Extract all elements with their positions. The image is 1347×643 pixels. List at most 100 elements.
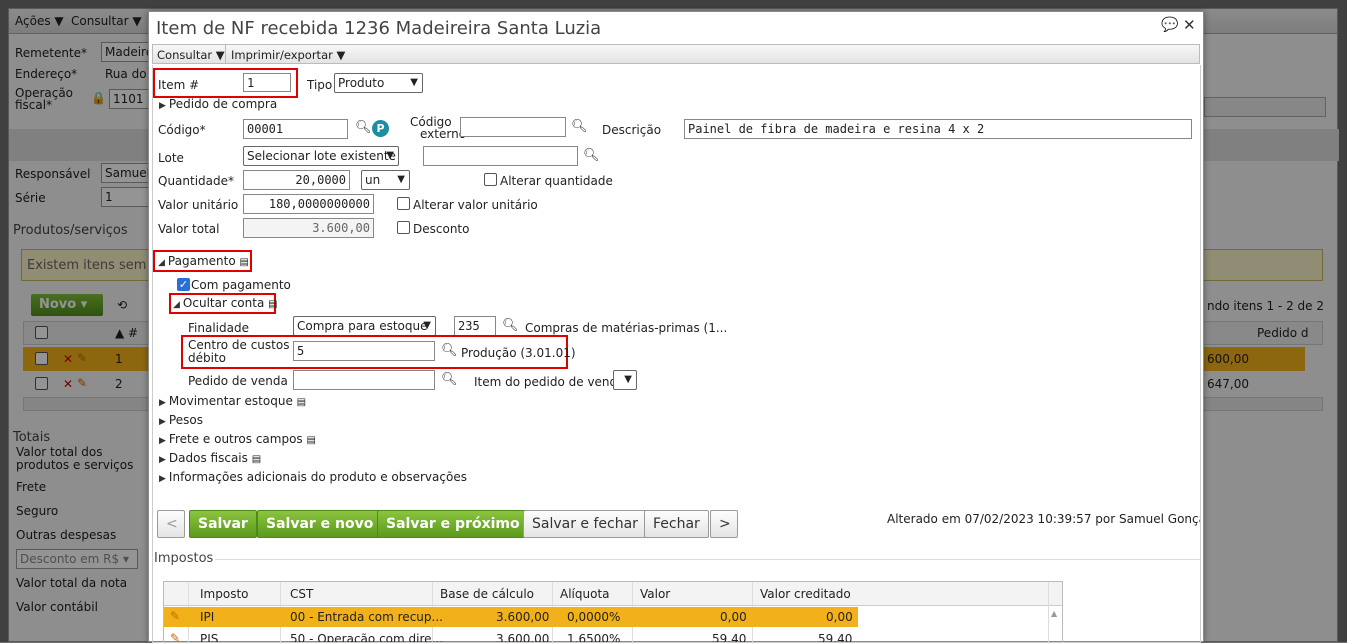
chevron-down-icon: ▼ [423,320,431,331]
finalidade-code-input[interactable]: 235 [454,316,496,336]
search-icon[interactable]: 🔍︎ [355,120,372,135]
descricao-label: Descrição [602,123,662,137]
triangle-right-icon: ▶ [159,398,166,408]
col-valor-creditado: Valor creditado [760,587,851,601]
centro-custos-label: Centro de custos débito [188,338,290,365]
codigo-externo-input[interactable] [460,117,566,137]
impostos-divider [215,559,1200,560]
impostos-grid: Imposto CST Base de cálculo Alíquota Val… [163,581,1063,643]
valor-cell: 59,40 [712,632,747,643]
item-dialog: Item de NF recebida 1236 Madeireira Sant… [148,11,1204,643]
aliquota-cell: 0,0000% [567,610,621,624]
menu-imprimir-exportar[interactable]: Imprimir/exportar ▼ [231,48,345,62]
valor-total-label: Valor total [158,222,220,236]
valor-total-input: 3.600,00 [243,218,374,238]
menu-divider [225,45,226,63]
search-icon[interactable]: 🔍︎ [441,372,458,387]
section-frete[interactable]: ▶ Frete e outros campos ▤ [159,432,316,446]
document-icon: ▤ [268,299,278,310]
tipo-label: Tipo [307,78,333,92]
pedido-venda-input[interactable] [293,370,435,390]
triangle-down-icon: ◢ [158,258,165,268]
section-dados-fiscais[interactable]: ▶ Dados fiscais ▤ [159,451,261,465]
com-pagamento-label: Com pagamento [191,278,291,292]
salvar-e-fechar-button[interactable]: Salvar e fechar [523,510,647,538]
valor-creditado-cell: 0,00 [826,610,853,624]
item-input[interactable]: 1 [243,73,291,92]
triangle-right-icon: ▶ [159,474,166,484]
lote-text-input[interactable] [423,146,578,166]
imposto-cell: PIS [200,632,219,643]
finalidade-description: Compras de matérias-primas (1... [525,321,728,335]
p-circle-icon[interactable]: P [372,120,389,137]
dialog-content: Item # 1 Tipo Produto ▼ ▶ Pedido de compra… [152,65,1201,643]
tipo-select[interactable]: Produto ▼ [334,73,423,93]
aliquota-cell: 1,6500% [567,632,621,643]
section-informacoes-adicionais[interactable]: ▶ Informações adicionais do produto e obs… [159,470,467,484]
triangle-right-icon: ▶ [159,417,166,427]
salvar-button[interactable]: Salvar [189,510,257,538]
pagamento-toggle[interactable]: ◢ Pagamento ▤ [158,254,249,268]
menu-consultar[interactable]: Consultar ▼ [157,48,225,62]
scroll-up-icon[interactable]: ▲ [1051,609,1057,618]
desconto-checkbox[interactable] [397,221,410,234]
valor-creditado-cell: 59,40 [818,632,853,643]
codigo-externo-label: Código externo [410,115,467,141]
codigo-input[interactable]: 00001 [243,119,348,139]
search-icon[interactable]: 🔍︎ [583,148,600,163]
cst-cell: 50 - Operação com dire... [290,632,443,643]
chevron-down-icon: ▼ [386,150,394,161]
dialog-titlebar: Item de NF recebida 1236 Madeireira Sant… [149,12,1203,43]
search-icon[interactable]: 🔍︎ [502,318,519,333]
document-icon: ▤ [251,454,262,465]
pedido-compra-toggle[interactable]: ▶ Pedido de compra [159,97,277,111]
quantidade-label: Quantidade* [158,174,235,188]
chevron-down-icon: ▼ [410,77,418,88]
finalidade-select[interactable]: Compra para estoque ▼ [293,316,436,336]
com-pagamento-checkbox[interactable]: ✓ [177,278,190,291]
fechar-button[interactable]: Fechar [644,510,709,538]
previous-button[interactable]: < [157,510,185,538]
edit-icon[interactable]: ✎ [170,631,180,642]
alterar-quantidade-checkbox[interactable] [484,173,497,186]
triangle-right-icon: ▶ [159,455,166,465]
triangle-down-icon: ◢ [173,300,180,310]
item-pedido-venda-select[interactable]: ▼ [613,370,637,390]
search-icon[interactable]: 🔍︎ [441,343,458,358]
col-valor: Valor [640,587,671,601]
unidade-select[interactable]: un ▼ [361,170,410,190]
alterar-quantidade-label: Alterar quantidade [500,174,613,188]
impostos-title: Impostos [154,551,214,566]
lote-label: Lote [158,151,184,165]
lote-select[interactable]: Selecionar lote existente ▼ [243,146,399,166]
item-label: Item # [158,78,200,92]
document-icon: ▤ [296,397,307,408]
alterar-valor-unitario-checkbox[interactable] [397,197,410,210]
close-icon[interactable]: ✕ [1183,16,1196,34]
next-button[interactable]: > [710,510,738,538]
base-calculo-cell: 3.600,00 [496,610,550,624]
centro-custos-input[interactable]: 5 [293,341,435,361]
col-base-calculo: Base de cálculo [440,587,535,601]
salvar-e-novo-button[interactable]: Salvar e novo [257,510,383,538]
col-imposto: Imposto [200,587,249,601]
search-icon[interactable]: 🔍︎ [571,119,588,134]
valor-unitario-input[interactable]: 180,0000000000 [243,194,374,214]
finalidade-label: Finalidade [188,321,249,335]
section-movimentar-estoque[interactable]: ▶ Movimentar estoque ▤ [159,394,306,408]
salvar-e-proximo-button[interactable]: Salvar e próximo [377,510,529,538]
centro-custos-description: Produção (3.01.01) [461,346,576,360]
edit-icon[interactable]: ✎ [170,609,180,623]
valor-unitario-label: Valor unitário [158,198,239,212]
section-pesos[interactable]: ▶ Pesos [159,413,203,427]
dialog-title: Item de NF recebida 1236 Madeireira Sant… [156,18,602,39]
triangle-right-icon: ▶ [159,436,166,446]
dialog-menubar: Consultar ▼ Imprimir/exportar ▼ [152,44,1200,64]
descricao-input[interactable]: Painel de fibra de madeira e resina 4 x … [684,119,1192,139]
document-icon: ▤ [239,257,249,268]
quantidade-input[interactable]: 20,0000 [243,170,350,190]
grid-line [1048,582,1049,642]
ocultar-conta-toggle[interactable]: ◢ Ocultar conta ▤ [173,296,278,310]
chevron-down-icon: ▼ [624,374,632,385]
comment-icon[interactable]: 💬 [1161,17,1178,33]
